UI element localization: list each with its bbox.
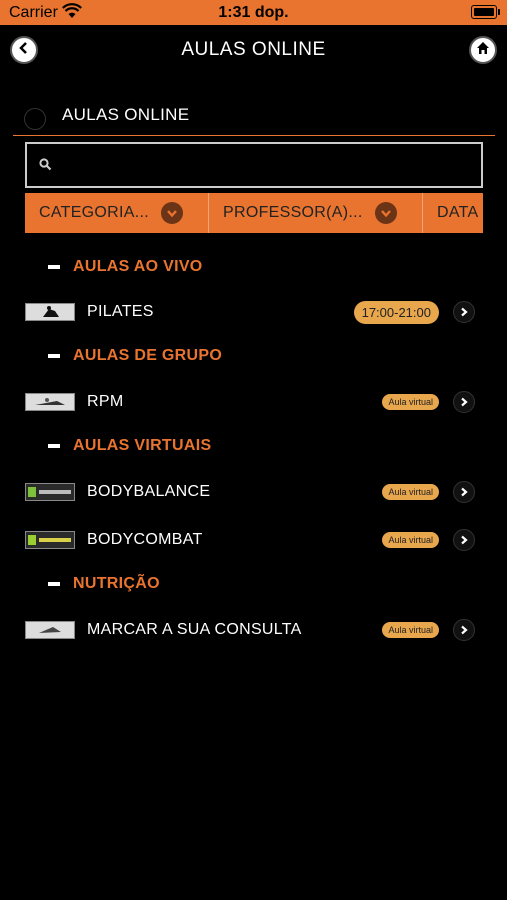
home-icon: [476, 41, 490, 60]
filter-date-label: DATA: [437, 204, 479, 221]
search-input[interactable]: [25, 142, 483, 188]
group-title-label: AULAS DE GRUPO: [73, 347, 223, 364]
filter-professor-label: PROFESSOR(A)...: [223, 204, 363, 221]
list-item[interactable]: RPM Aula virtual: [25, 387, 475, 417]
section-radio[interactable]: [24, 108, 46, 130]
chevron-down-icon: [374, 202, 397, 224]
group-title-aulas-de-grupo: AULAS DE GRUPO: [48, 345, 222, 367]
group-title-label: AULAS VIRTUAIS: [73, 437, 212, 454]
class-thumbnail: [25, 303, 75, 321]
list-item[interactable]: MARCAR A SUA CONSULTA Aula virtual: [25, 615, 475, 645]
chevron-down-icon: [160, 202, 183, 224]
group-title-label: AULAS AO VIVO: [73, 258, 203, 275]
status-time: 1:31 dop.: [218, 4, 289, 21]
filter-bar: CATEGORIA... PROFESSOR(A)... DATA: [25, 193, 483, 233]
time-badge: 17:00-21:00: [353, 300, 439, 324]
home-button[interactable]: [469, 36, 497, 64]
class-thumbnail: [25, 483, 75, 501]
chevron-right-icon[interactable]: [453, 619, 475, 641]
chevron-right-icon[interactable]: [453, 391, 475, 413]
section-label: AULAS ONLINE: [62, 105, 190, 124]
class-name: BODYCOMBAT: [87, 531, 203, 548]
class-name: PILATES: [87, 303, 154, 320]
filter-category[interactable]: CATEGORIA...: [25, 193, 209, 233]
collapse-icon[interactable]: [48, 444, 60, 448]
status-bar: Carrier 1:31 dop.: [0, 0, 507, 25]
class-name: RPM: [87, 393, 124, 410]
class-thumbnail: [25, 531, 75, 549]
list-item[interactable]: PILATES 17:00-21:00: [25, 297, 475, 327]
virtual-badge: Aula virtual: [382, 484, 439, 500]
collapse-icon[interactable]: [48, 265, 60, 269]
class-name: MARCAR A SUA CONSULTA: [87, 621, 302, 638]
collapse-icon[interactable]: [48, 354, 60, 358]
list-item[interactable]: BODYCOMBAT Aula virtual: [25, 525, 475, 555]
class-thumbnail: [25, 621, 75, 639]
navigation-bar: AULAS ONLINE: [0, 25, 507, 75]
chevron-right-icon[interactable]: [453, 481, 475, 503]
chevron-right-icon[interactable]: [453, 301, 475, 323]
filter-professor[interactable]: PROFESSOR(A)...: [209, 193, 423, 233]
class-thumbnail: [25, 393, 75, 411]
battery-icon: [471, 5, 500, 19]
page-title: AULAS ONLINE: [181, 39, 326, 60]
class-name: BODYBALANCE: [87, 483, 211, 500]
filter-date[interactable]: DATA: [423, 193, 483, 233]
filter-category-label: CATEGORIA...: [39, 204, 149, 221]
search-icon: [39, 158, 52, 176]
section-header: AULAS ONLINE: [24, 102, 190, 130]
group-title-aulas-virtuais: AULAS VIRTUAIS: [48, 435, 211, 457]
virtual-badge: Aula virtual: [382, 622, 439, 638]
collapse-icon[interactable]: [48, 582, 60, 586]
virtual-badge: Aula virtual: [382, 394, 439, 410]
virtual-badge: Aula virtual: [382, 532, 439, 548]
divider: [13, 135, 495, 136]
list-item[interactable]: BODYBALANCE Aula virtual: [25, 477, 475, 507]
group-title-label: NUTRIÇÃO: [73, 575, 160, 592]
group-title-aulas-ao-vivo: AULAS AO VIVO: [48, 256, 203, 278]
chevron-right-icon[interactable]: [453, 529, 475, 551]
group-title-nutricao: NUTRIÇÃO: [48, 573, 160, 595]
